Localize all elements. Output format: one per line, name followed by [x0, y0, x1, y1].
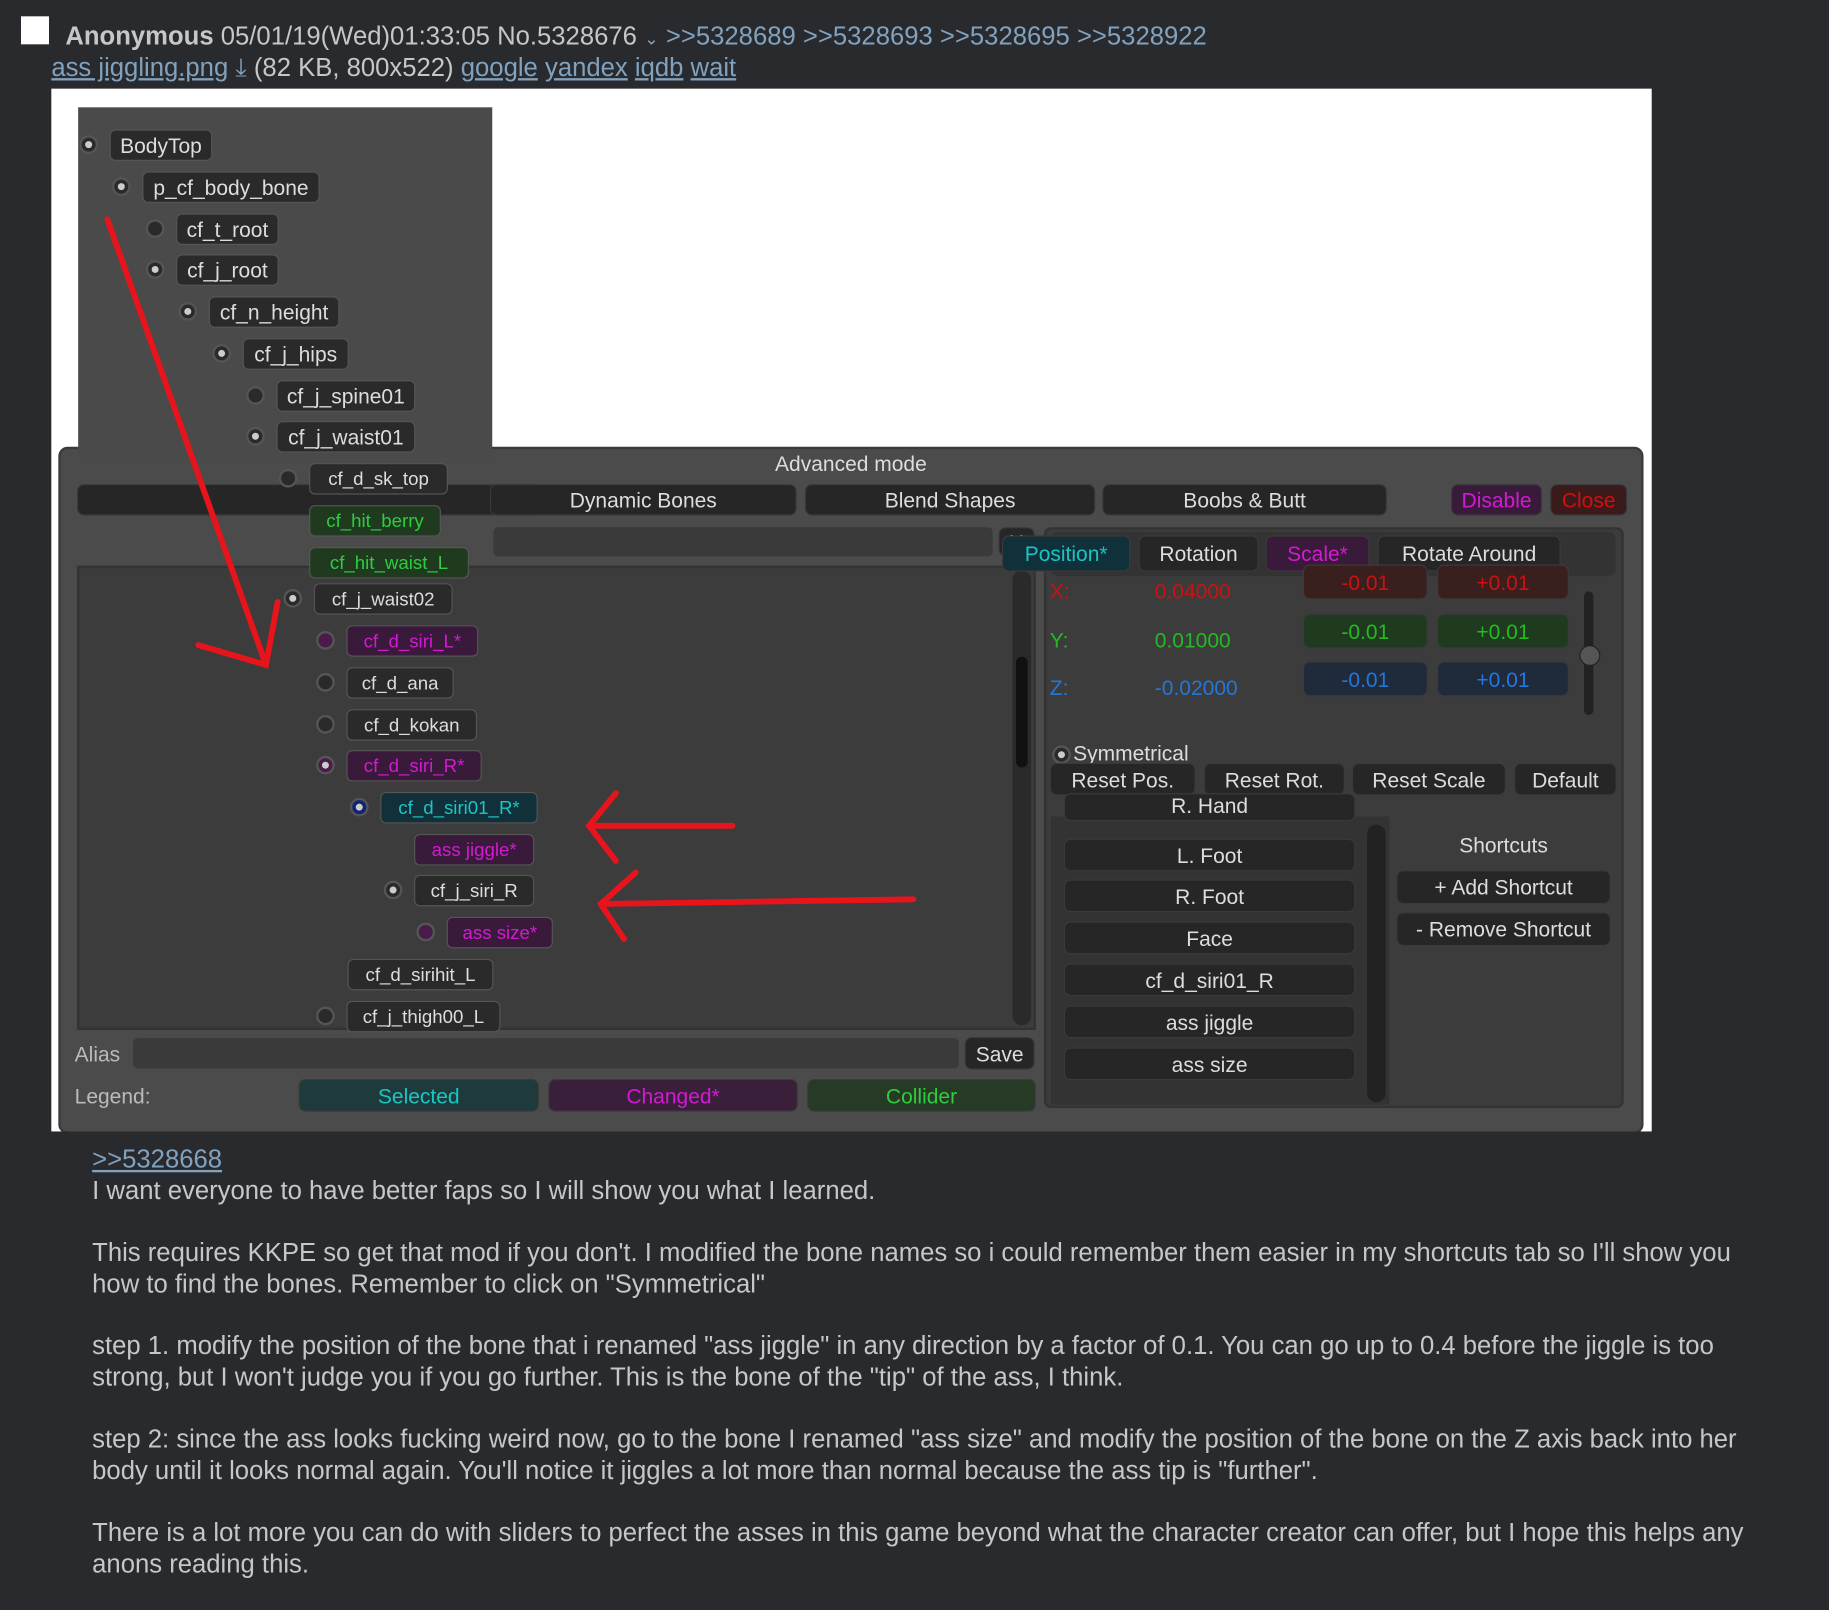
- bone-node[interactable]: ass jiggle*: [414, 834, 535, 866]
- file-info: ass jiggling.png ⤓ (82 KB, 800x522) goog…: [51, 52, 736, 82]
- reply-link[interactable]: >>5328693: [803, 21, 933, 50]
- bone-node[interactable]: cf_j_siri_R: [414, 874, 535, 907]
- file-details: (82 KB, 800x522): [253, 52, 454, 82]
- bone-node[interactable]: cf_d_siri_L*: [346, 625, 479, 657]
- bone-node[interactable]: cf_j_waist02: [313, 583, 453, 615]
- red-arrow-2: [585, 790, 736, 864]
- reply-link[interactable]: >>5328689: [666, 21, 796, 50]
- bone-expand-toggle[interactable]: [416, 922, 436, 942]
- post-image[interactable]: Advanced mode Disable Close X Symmetrica…: [51, 88, 1652, 1132]
- red-arrow-3: [596, 869, 917, 942]
- post-paragraph: This requires KKPE so get that mod if yo…: [92, 1237, 1731, 1299]
- bone-expand-toggle[interactable]: [316, 1006, 335, 1026]
- annotation-arrows: [104, 216, 917, 942]
- post-paragraph: There is a lot more you can do with slid…: [92, 1517, 1744, 1579]
- bone-expand-toggle[interactable]: [349, 797, 369, 817]
- bone-node[interactable]: cf_hit_berry: [309, 505, 441, 537]
- post-header: Anonymous 05/01/19(Wed)01:33:05 No.53286…: [65, 21, 1206, 51]
- bone-expand-toggle[interactable]: [278, 468, 298, 488]
- post-checkbox[interactable]: [20, 16, 49, 45]
- search-link-wait[interactable]: wait: [691, 52, 737, 81]
- bone-expand-toggle[interactable]: [283, 589, 303, 608]
- bone-node[interactable]: cf_hit_waist_L: [309, 547, 469, 579]
- search-link-yandex[interactable]: yandex: [545, 52, 628, 81]
- bone-expand-toggle[interactable]: [316, 715, 335, 734]
- search-link-iqdb[interactable]: iqdb: [635, 52, 684, 81]
- post-menu-chevron-down-icon[interactable]: ⌄: [644, 29, 659, 49]
- bone-expand-toggle[interactable]: [316, 673, 335, 692]
- search-link-google[interactable]: google: [461, 52, 538, 81]
- bone-node[interactable]: ass size*: [446, 916, 553, 949]
- post-paragraph: step 2: since the ass looks fucking weir…: [92, 1424, 1737, 1485]
- bone-expand-toggle[interactable]: [316, 631, 335, 650]
- bone-node[interactable]: cf_d_sirihit_L: [347, 958, 494, 991]
- bone-node[interactable]: cf_d_sk_top: [309, 463, 448, 495]
- bone-node[interactable]: cf_j_thigh00_L: [346, 1000, 501, 1033]
- download-icon[interactable]: ⤓: [235, 52, 246, 81]
- poster-name: Anonymous: [65, 20, 214, 51]
- file-link[interactable]: ass jiggling.png: [51, 52, 228, 81]
- post-paragraph: I want everyone to have better faps so I…: [92, 1175, 876, 1205]
- post-number[interactable]: No.5328676: [497, 21, 637, 50]
- post-datetime: 05/01/19(Wed)01:33:05: [220, 20, 490, 51]
- quote-link[interactable]: >>5328668: [92, 1143, 1748, 1174]
- red-arrow-1: [104, 216, 281, 669]
- bone-node[interactable]: cf_d_kokan: [346, 709, 478, 741]
- bone-node[interactable]: cf_d_ana: [346, 667, 454, 699]
- reply-link[interactable]: >>5328922: [1077, 21, 1207, 50]
- bone-expand-toggle[interactable]: [316, 755, 335, 775]
- post-body: >>5328668 I want everyone to have better…: [92, 1143, 1748, 1610]
- reply-link[interactable]: >>5328695: [940, 21, 1070, 50]
- post-paragraph: step 1. modify the position of the bone …: [92, 1330, 1714, 1392]
- bone-expand-toggle[interactable]: [383, 880, 403, 900]
- bone-node[interactable]: cf_d_siri_R*: [346, 750, 482, 782]
- bone-node[interactable]: cf_d_siri01_R*: [380, 792, 538, 824]
